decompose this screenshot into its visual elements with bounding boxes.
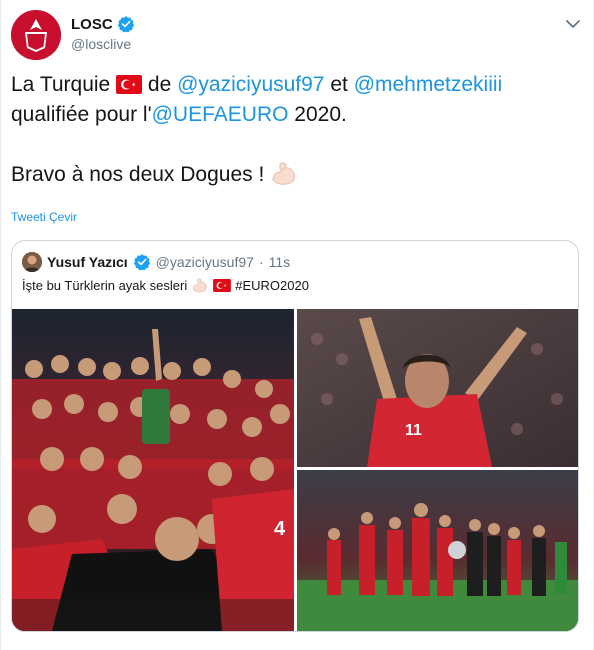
tweet-text-segment: de: [142, 73, 178, 96]
avatar[interactable]: [11, 10, 61, 60]
turkey-flag-icon: [116, 75, 143, 94]
quoted-tweet[interactable]: Yusuf Yazıcı @yaziciyusuf97 · 11s İşte b…: [11, 240, 579, 632]
quoted-avatar: [22, 252, 42, 272]
translate-link[interactable]: Tweeti Çevir: [11, 210, 77, 224]
flexed-biceps-icon: [193, 278, 208, 293]
tweet-card: LOSC @losclive La Turquie de @yaziciyusu…: [0, 0, 594, 650]
mention-link[interactable]: @yaziciyusuf97: [177, 73, 324, 96]
separator-dot: ·: [258, 254, 264, 270]
quoted-display-name: Yusuf Yazıcı: [47, 254, 128, 270]
tweet-header: LOSC @losclive: [11, 10, 585, 60]
tweet-text: La Turquie de @yaziciyusuf97 et @mehmetz…: [11, 70, 581, 190]
player-number-label: 4: [274, 518, 286, 540]
tweet-text-segment: La Turquie: [11, 73, 117, 96]
jersey-number-label: 11: [405, 422, 422, 439]
tweet-text-segment: Bravo à nos deux Dogues !: [11, 163, 271, 186]
verified-badge-icon: [133, 254, 150, 271]
quoted-text: İşte bu Türklerin ayak sesleri #EURO2020: [22, 277, 309, 293]
mention-link[interactable]: @UEFAEURO: [152, 103, 289, 126]
quoted-text-body: İşte bu Türklerin ayak sesleri: [22, 277, 188, 293]
losc-logo-icon: [11, 10, 61, 60]
flexed-biceps-icon: [272, 162, 296, 185]
verified-badge-icon: [117, 16, 134, 33]
quoted-header: Yusuf Yazıcı @yaziciyusuf97 · 11s: [22, 251, 290, 273]
quoted-handle: @yaziciyusuf97: [155, 254, 254, 270]
quoted-avatar-photo: [22, 252, 42, 272]
photo-grid: 4 11: [12, 309, 578, 631]
mention-link[interactable]: @mehmetzekiiii: [354, 73, 503, 96]
team-celebration-photo[interactable]: 4: [12, 309, 294, 631]
chevron-down-icon[interactable]: [563, 14, 583, 34]
team-celebration-image: 4: [12, 309, 294, 631]
tweet-text-segment: et: [324, 73, 354, 96]
name-row: LOSC: [71, 15, 135, 33]
player-celebration-image: 11: [297, 309, 578, 467]
tweet-text-segment: 2020.: [288, 103, 347, 126]
display-name[interactable]: LOSC: [71, 16, 113, 33]
handle[interactable]: @losclive: [71, 36, 131, 52]
stadium-celebration-photo[interactable]: [297, 470, 578, 631]
stadium-celebration-image: [297, 470, 578, 631]
player-celebration-photo[interactable]: 11: [297, 309, 578, 467]
turkey-flag-icon: [213, 278, 232, 292]
quoted-timestamp: 11s: [268, 254, 291, 270]
tweet-text-segment: qualifiée pour l': [11, 103, 152, 126]
hashtag-link[interactable]: #EURO2020: [235, 278, 309, 293]
